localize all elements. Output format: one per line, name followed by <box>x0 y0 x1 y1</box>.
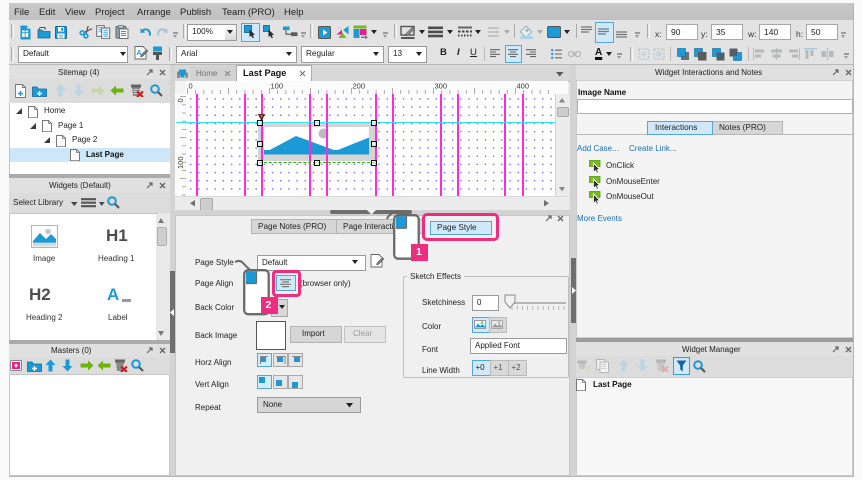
svg-text:100: 100 <box>271 82 284 91</box>
svg-text:300: 300 <box>435 82 448 91</box>
svg-text:0: 0 <box>176 98 185 102</box>
svg-text:0: 0 <box>189 82 193 91</box>
svg-text:100: 100 <box>176 156 185 169</box>
svg-text:200: 200 <box>353 82 366 91</box>
svg-text:400: 400 <box>517 82 530 91</box>
